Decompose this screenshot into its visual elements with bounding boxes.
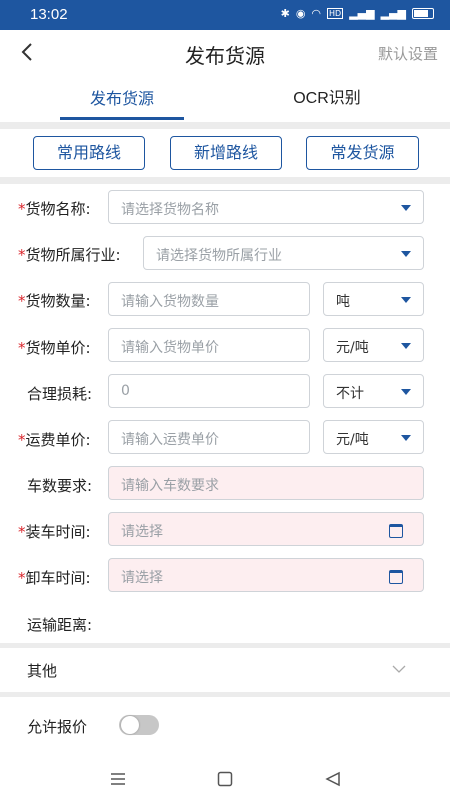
divider [0, 692, 450, 697]
calendar-icon [389, 570, 403, 584]
divider [0, 643, 450, 648]
tab-active-indicator [60, 117, 184, 120]
location-icon: ◉ [295, 7, 306, 20]
chevron-down-icon [401, 251, 411, 257]
chevron-down-icon [401, 435, 411, 441]
tab-ocr[interactable]: OCR识别 [265, 80, 389, 120]
home-icon[interactable] [217, 771, 233, 787]
unload-time-label: *卸车时间: [18, 569, 91, 587]
truck-req-label: 车数要求: [27, 477, 93, 495]
divider [0, 177, 450, 184]
other-section-toggle[interactable]: 其他 [0, 650, 450, 690]
tab-bar: 发布货源 OCR识别 [0, 80, 450, 122]
back-triangle-icon[interactable] [325, 771, 341, 787]
add-route-button[interactable]: 新增路线 [170, 136, 282, 170]
allow-bid-label: 允许报价 [27, 718, 88, 736]
industry-select[interactable]: 请选择货物所属行业 [143, 236, 424, 270]
quantity-label: *货物数量: [18, 292, 91, 310]
loss-label: 合理损耗: [27, 385, 93, 403]
status-icons: ✱ ◉ ◠ HD ▂▄▆ ▂▄▆ [281, 7, 434, 20]
unload-time-picker[interactable]: 请选择 [108, 558, 424, 592]
chevron-down-icon [392, 665, 406, 673]
unit-price-input[interactable]: 请输入货物单价 [108, 328, 310, 362]
hd-icon: HD [327, 8, 344, 19]
tab-publish-goods[interactable]: 发布货源 [60, 80, 184, 120]
battery-icon [412, 8, 434, 19]
status-bar: 13:02 ✱ ◉ ◠ HD ▂▄▆ ▂▄▆ [0, 0, 450, 30]
unit-price-label: *货物单价: [18, 339, 91, 357]
header: 发布货源 默认设置 [0, 30, 450, 76]
allow-bid-toggle[interactable] [119, 715, 159, 735]
calendar-icon [389, 524, 403, 538]
toggle-knob [121, 716, 139, 734]
common-route-button[interactable]: 常用路线 [33, 136, 145, 170]
frequent-goods-button[interactable]: 常发货源 [306, 136, 419, 170]
other-label: 其他 [27, 662, 58, 680]
quantity-unit-select[interactable]: 吨 [323, 282, 424, 316]
freight-price-input[interactable]: 请输入运费单价 [108, 420, 310, 454]
chevron-down-icon [401, 205, 411, 211]
signal-4g-icon: ▂▄▆ [380, 7, 406, 20]
load-time-label: *装车时间: [18, 523, 91, 541]
loss-unit-select[interactable]: 不计 [323, 374, 424, 408]
goods-name-label: *货物名称: [18, 200, 91, 218]
truck-req-input[interactable]: 请输入车数要求 [108, 466, 424, 500]
freight-unit-select[interactable]: 元/吨 [323, 420, 424, 454]
goods-name-select[interactable]: 请选择货物名称 [108, 190, 424, 224]
unit-price-unit-select[interactable]: 元/吨 [323, 328, 424, 362]
load-time-picker[interactable]: 请选择 [108, 512, 424, 546]
bluetooth-icon: ✱ [280, 7, 290, 20]
default-settings-button[interactable]: 默认设置 [378, 43, 438, 64]
signal-4g-icon: ▂▄▆ [349, 7, 375, 20]
freight-price-label: *运费单价: [18, 431, 91, 449]
menu-icon[interactable] [110, 772, 126, 786]
chevron-down-icon [401, 389, 411, 395]
chevron-down-icon [401, 297, 411, 303]
quantity-input[interactable]: 请输入货物数量 [108, 282, 310, 316]
loss-input[interactable]: 0 [108, 374, 310, 408]
chevron-down-icon [401, 343, 411, 349]
divider [0, 122, 450, 129]
system-nav-bar [0, 760, 450, 800]
status-time: 13:02 [30, 6, 68, 23]
wifi-icon: ◠ [311, 7, 322, 20]
distance-label: 运输距离: [27, 616, 93, 634]
industry-label: *货物所属行业: [18, 246, 121, 264]
